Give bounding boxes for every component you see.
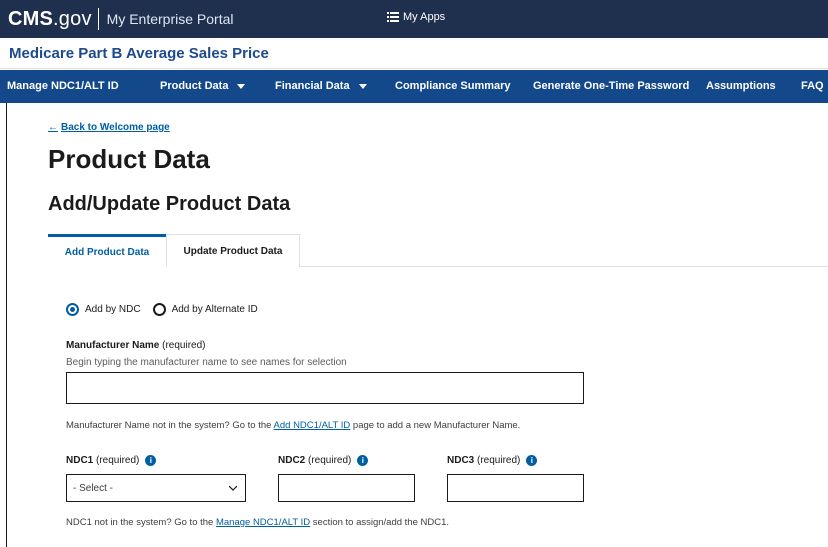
nav-manage-ndc1[interactable]: Manage NDC1/ALT ID — [7, 80, 119, 92]
arrow-left-icon: ← — [48, 122, 58, 133]
ndc1-label: NDC1 (required) i — [66, 455, 157, 466]
chevron-down-icon — [229, 485, 237, 491]
info-icon[interactable]: i — [145, 455, 157, 466]
back-to-welcome-link[interactable]: ← Back to Welcome page — [48, 122, 170, 133]
my-apps-label: My Apps — [403, 11, 446, 23]
nav-assumptions[interactable]: Assumptions — [706, 80, 776, 92]
add-ndc1-alt-id-link[interactable]: Add NDC1/ALT ID — [274, 420, 351, 431]
content-frame-border — [6, 103, 7, 547]
nav-financial-data[interactable]: Financial Data — [275, 80, 367, 92]
ndc1-selected-value: - Select - — [73, 482, 114, 494]
ndc2-input[interactable] — [278, 474, 415, 502]
top-header-bar: CMS.gov My Enterprise Portal My Apps — [0, 0, 828, 38]
tab-update-product-data[interactable]: Update Product Data — [166, 234, 300, 267]
chevron-down-icon — [237, 83, 246, 89]
tab-add-product-data[interactable]: Add Product Data — [48, 234, 166, 267]
app-title[interactable]: Medicare Part B Average Sales Price — [9, 45, 269, 62]
ndc3-input[interactable] — [447, 474, 584, 502]
nav-faq[interactable]: FAQ — [801, 80, 824, 92]
radio-add-by-alternate-id[interactable] — [152, 303, 166, 316]
ndc3-label: NDC3 (required) i — [447, 455, 538, 466]
info-icon[interactable]: i — [357, 455, 369, 466]
header-divider — [97, 8, 99, 30]
my-apps-button[interactable]: My Apps — [387, 11, 445, 23]
radio-add-by-ndc[interactable] — [66, 303, 79, 316]
nav-generate-otp[interactable]: Generate One-Time Password — [533, 80, 689, 92]
ndc1-helper-text: NDC1 not in the system? Go to the Manage… — [66, 517, 450, 528]
manufacturer-name-hint: Begin typing the manufacturer name to se… — [66, 357, 347, 368]
info-icon[interactable]: i — [526, 455, 538, 466]
manufacturer-helper-text: Manufacturer Name not in the system? Go … — [66, 420, 521, 431]
app-title-bar: Medicare Part B Average Sales Price — [0, 38, 828, 69]
add-mode-radio-group: Add by NDC Add by Alternate ID — [66, 303, 270, 316]
radio-add-by-alternate-id-label[interactable]: Add by Alternate ID — [172, 304, 258, 315]
portal-title: My Enterprise Portal — [106, 11, 234, 27]
ndc2-label: NDC2 (required) i — [278, 455, 369, 466]
ndc1-select[interactable]: - Select - — [66, 474, 246, 502]
back-link-label: Back to Welcome page — [61, 122, 170, 133]
page-title: Product Data — [48, 144, 210, 174]
menu-list-icon — [387, 12, 399, 22]
chevron-down-icon — [358, 83, 367, 89]
section-title: Add/Update Product Data — [48, 193, 291, 215]
manufacturer-name-input[interactable] — [66, 372, 584, 404]
radio-add-by-ndc-label[interactable]: Add by NDC — [85, 304, 141, 315]
main-navigation: Manage NDC1/ALT ID Product Data Financia… — [0, 70, 828, 103]
nav-compliance-summary[interactable]: Compliance Summary — [395, 80, 511, 92]
cms-logo[interactable]: CMS.gov — [8, 8, 92, 31]
manufacturer-name-label: Manufacturer Name (required) — [66, 340, 206, 351]
manage-ndc1-alt-id-link[interactable]: Manage NDC1/ALT ID — [216, 517, 310, 528]
product-data-tabs: Add Product Data Update Product Data — [48, 234, 828, 267]
nav-product-data[interactable]: Product Data — [160, 80, 246, 92]
